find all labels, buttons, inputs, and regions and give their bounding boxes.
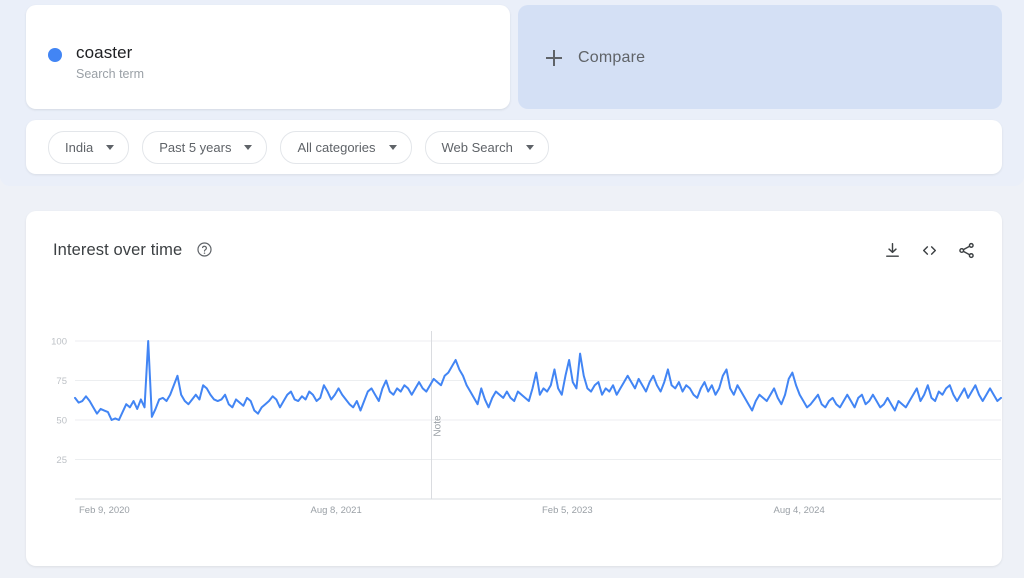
filter-category[interactable]: All categories	[280, 131, 412, 164]
filter-time-range-label: Past 5 years	[159, 140, 232, 155]
x-axis-tick-label: Feb 5, 2023	[542, 505, 593, 516]
filter-time-range[interactable]: Past 5 years	[142, 131, 268, 164]
y-axis-tick-label: 25	[56, 455, 67, 466]
chevron-down-icon	[106, 145, 115, 150]
interest-over-time-card: Interest over time 25 50 75 100 Feb 9, 2…	[26, 211, 1002, 566]
plus-icon	[546, 50, 562, 66]
chevron-down-icon	[388, 145, 397, 150]
chevron-down-icon	[244, 145, 253, 150]
y-axis-tick-label: 75	[56, 376, 67, 387]
chevron-down-icon	[525, 145, 534, 150]
filter-category-label: All categories	[297, 140, 376, 155]
filter-search-type-label: Web Search	[441, 140, 513, 155]
x-axis-tick-label: Aug 8, 2021	[311, 505, 362, 516]
x-axis-tick-label: Aug 4, 2024	[774, 505, 825, 516]
interest-over-time-chart[interactable]: 25 50 75 100 Feb 9, 2020 Aug 8, 2021 Feb 5, 20…	[26, 211, 1002, 566]
search-term-label: coaster	[76, 43, 133, 62]
filters-row: India Past 5 years All categories Web Se…	[48, 131, 549, 164]
compare-card[interactable]: Compare	[518, 5, 1002, 109]
search-term-type-label: Search term	[76, 67, 145, 81]
search-term-card[interactable]: coaster Search term	[26, 5, 510, 109]
filter-location-label: India	[65, 140, 94, 155]
note-annotation-label: Note	[433, 415, 444, 437]
y-axis-tick-label: 100	[51, 337, 67, 348]
filter-location[interactable]: India	[48, 131, 130, 164]
series-color-dot	[48, 48, 62, 62]
filters-bar: India Past 5 years All categories Web Se…	[26, 120, 1002, 174]
x-axis-tick-label: Feb 9, 2020	[79, 505, 130, 516]
y-axis-tick-label: 50	[56, 416, 67, 427]
filter-search-type[interactable]: Web Search	[424, 131, 549, 164]
compare-label: Compare	[578, 49, 646, 66]
